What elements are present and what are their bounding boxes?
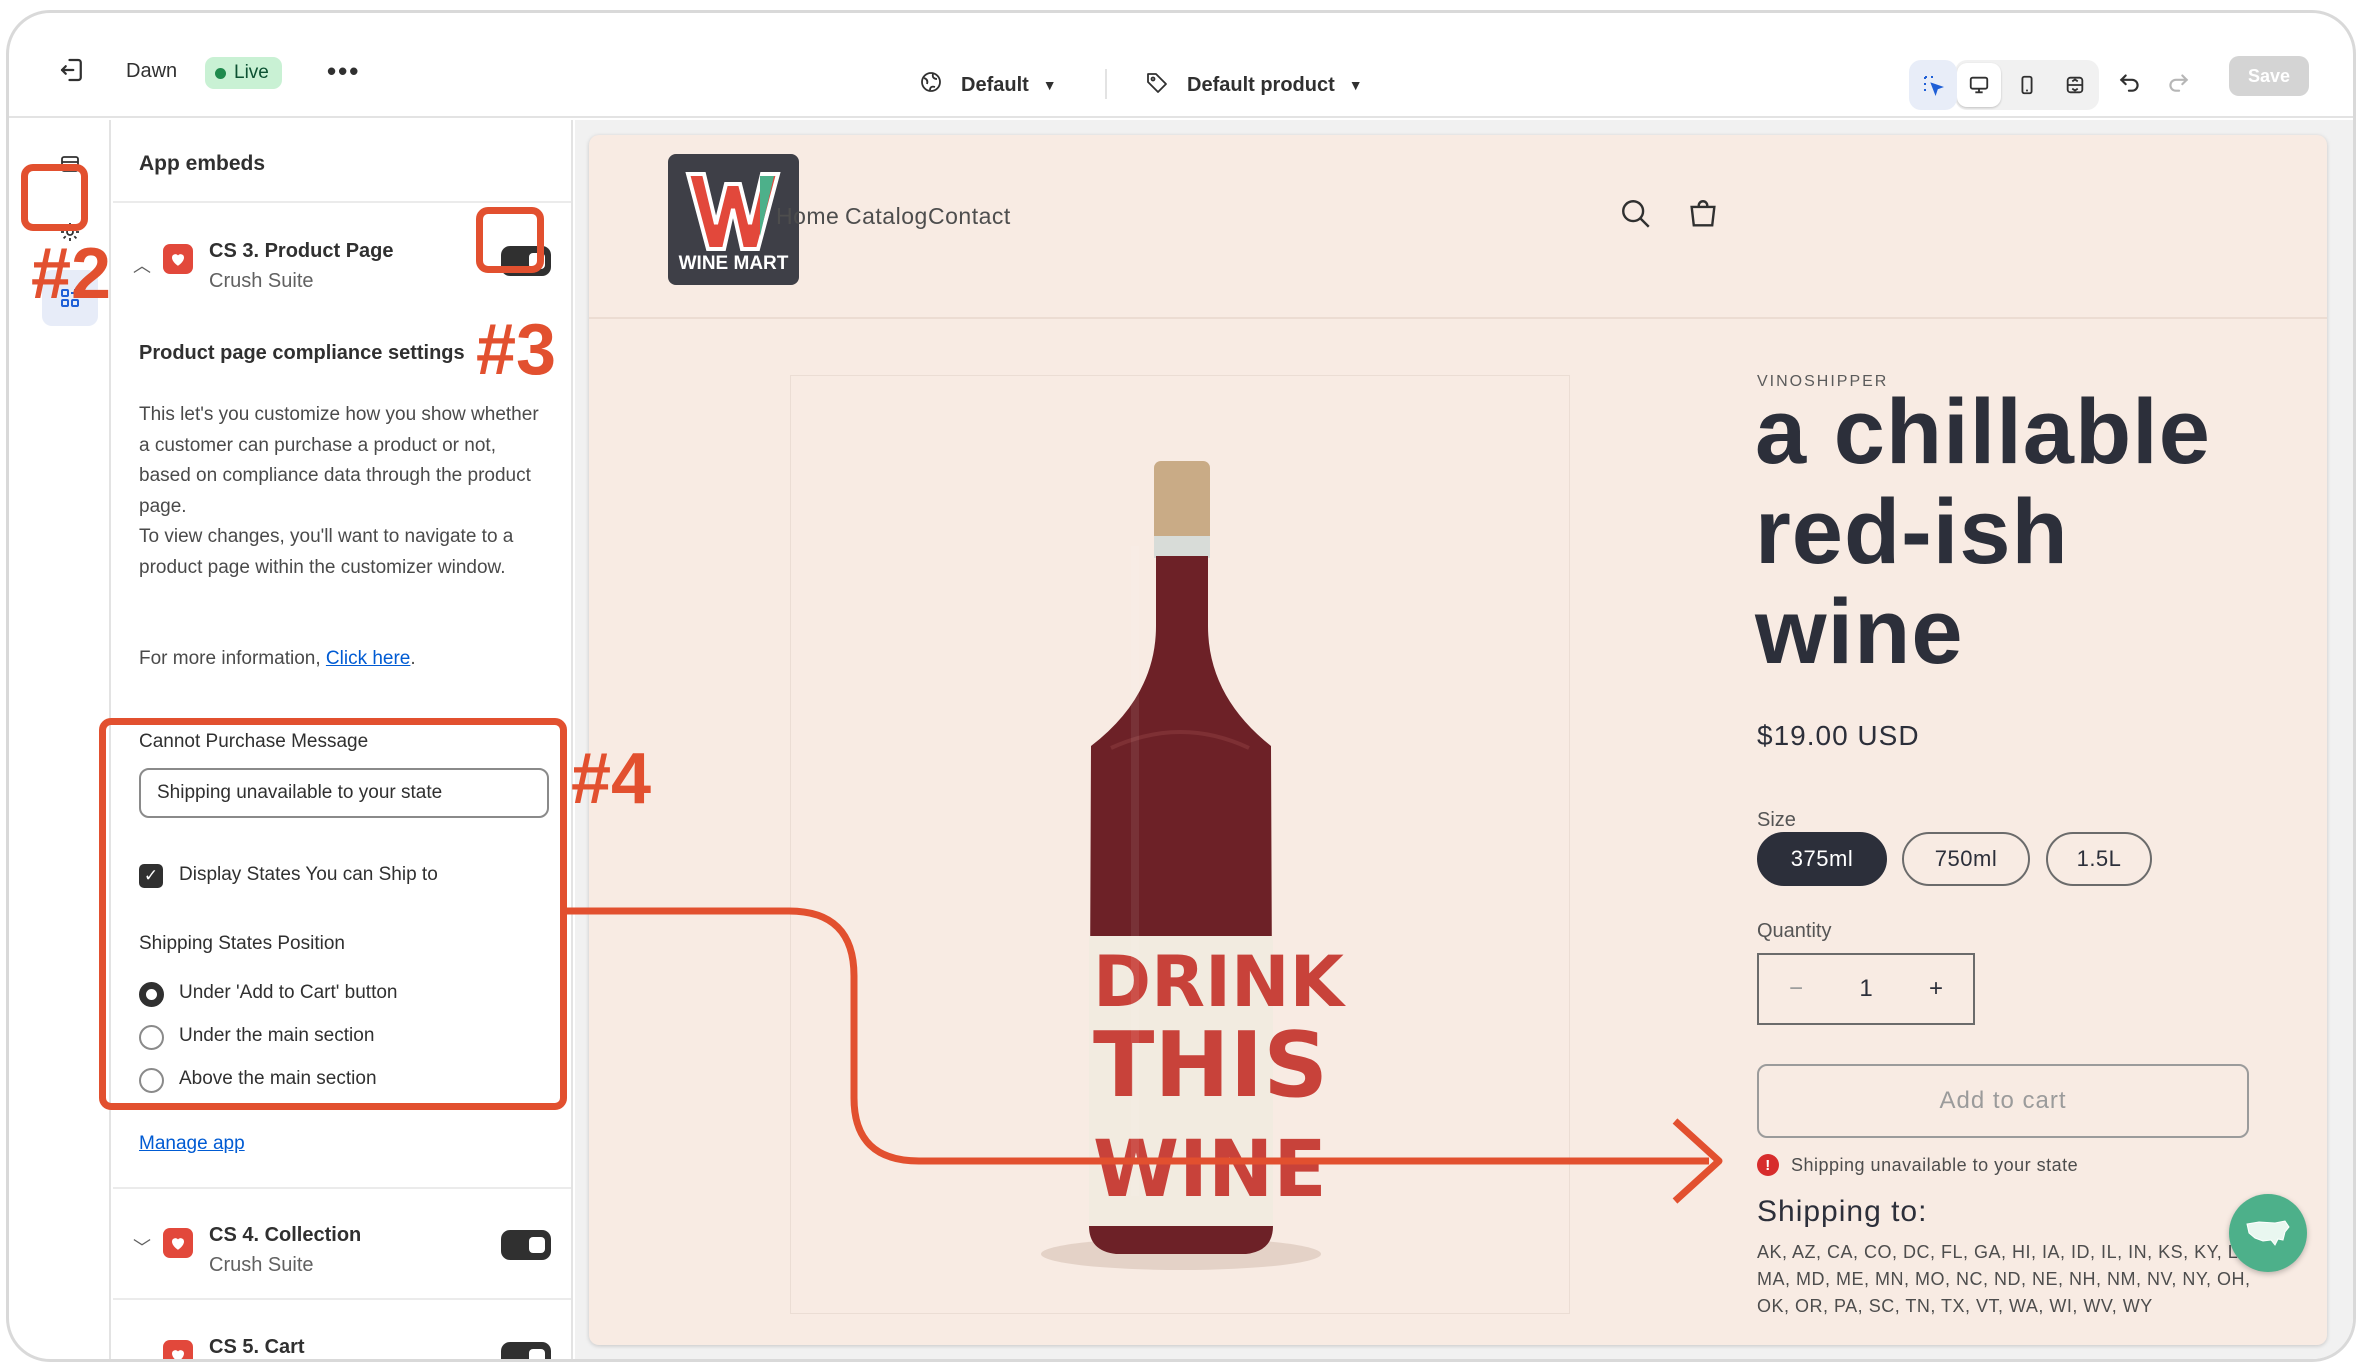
annotation-arrow xyxy=(567,907,1723,1204)
app-window: Dawn Live ••• Default ▼ Default product … xyxy=(6,10,2356,1362)
